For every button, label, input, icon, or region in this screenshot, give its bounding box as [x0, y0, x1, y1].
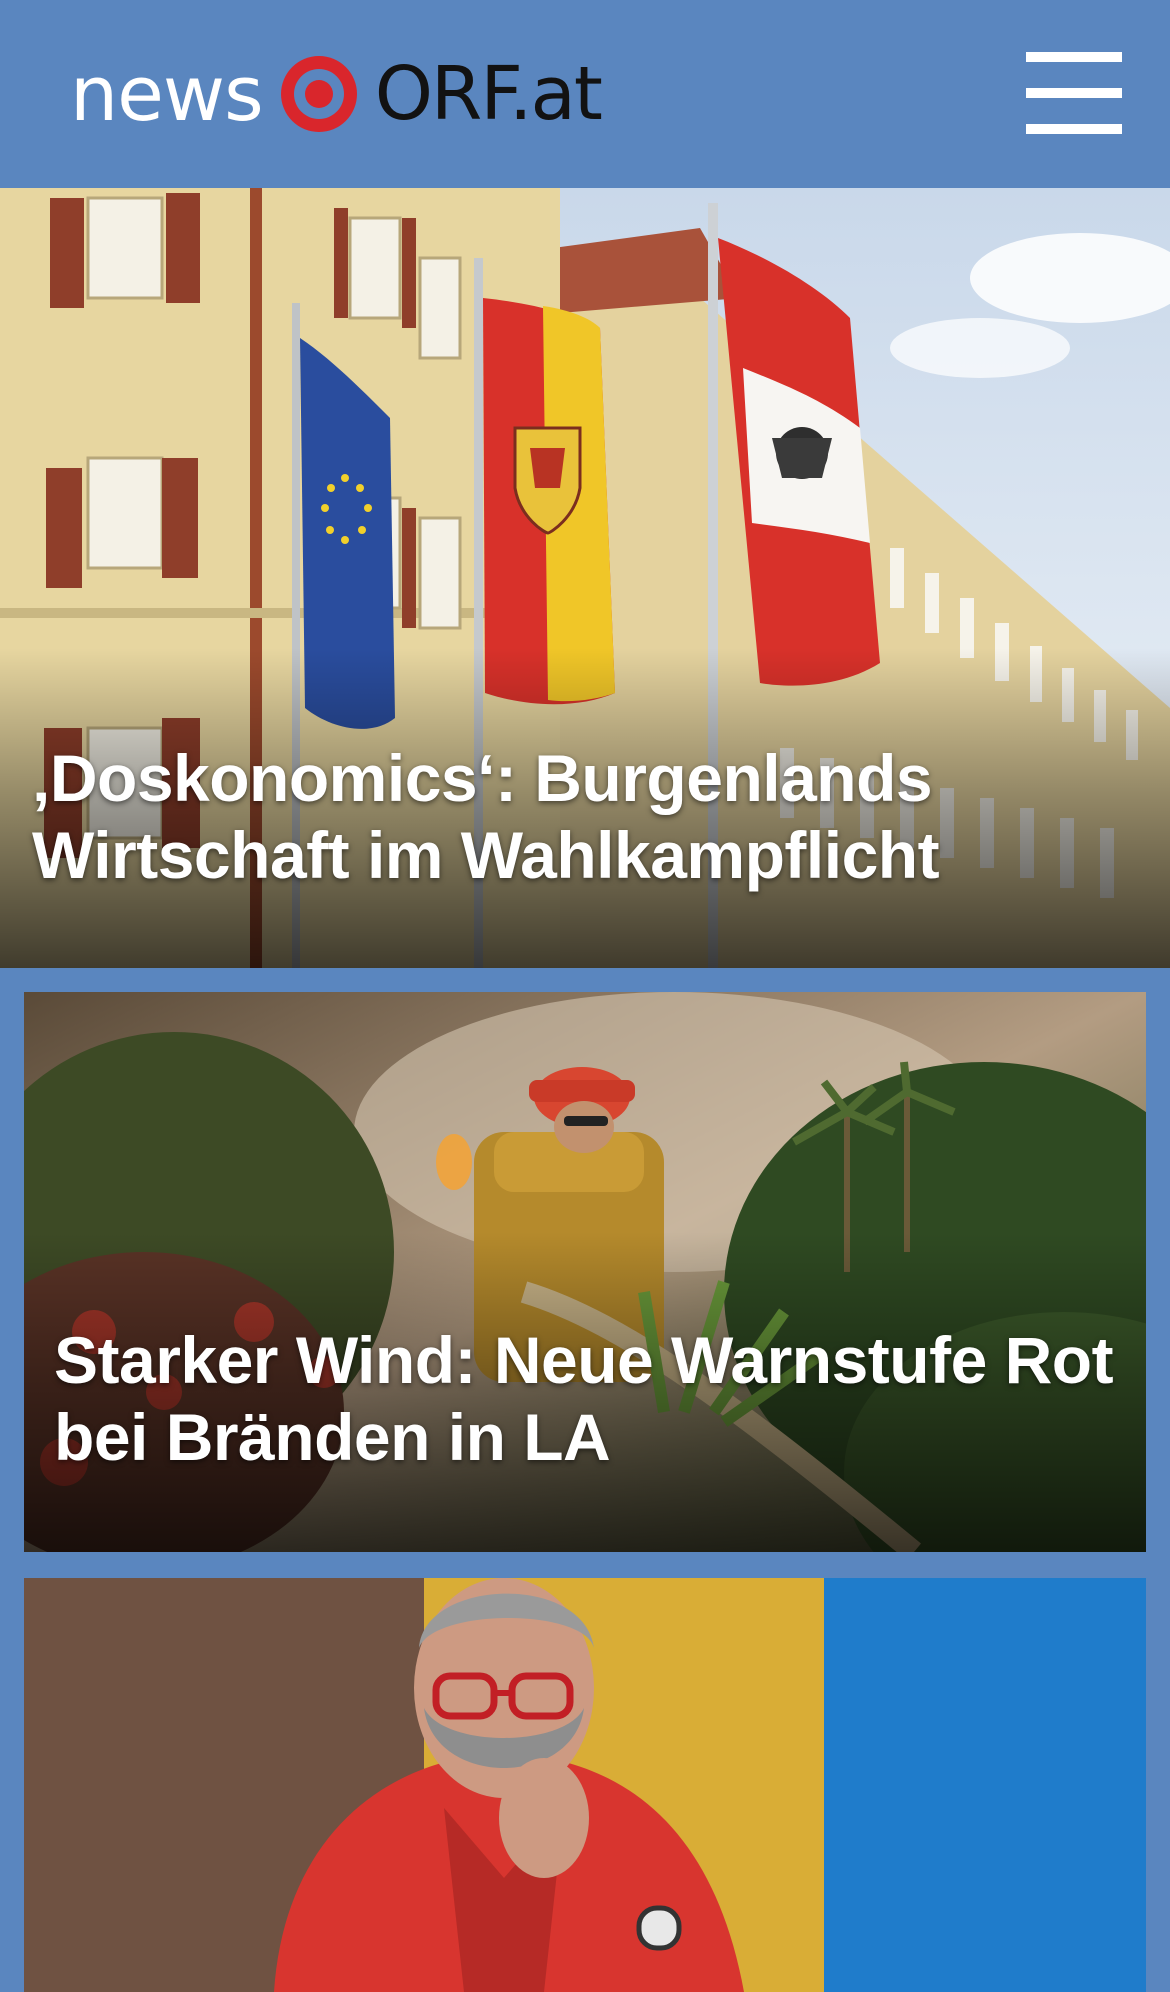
- app-header: news ORF.at: [0, 0, 1170, 188]
- article-headline[interactable]: Starker Wind: Neue Warnstufe Rot bei Brä…: [54, 1322, 1114, 1475]
- article-teaser-la-fires[interactable]: Starker Wind: Neue Warnstufe Rot bei Brä…: [24, 992, 1146, 1552]
- hamburger-menu-icon[interactable]: [1026, 52, 1122, 134]
- article-teaser-portrait[interactable]: [24, 1578, 1146, 1992]
- logo-orf-text: ORF.at: [374, 51, 603, 137]
- article-teaser-burgenland[interactable]: ‚Doskonomics‘: Burgenlands Wirtschaft im…: [0, 188, 1170, 968]
- logo-news-text: news: [70, 49, 264, 138]
- menu-bar: [1026, 88, 1122, 98]
- article-image-portrait-man: [24, 1578, 1146, 1992]
- menu-bar: [1026, 52, 1122, 62]
- article-headline[interactable]: ‚Doskonomics‘: Burgenlands Wirtschaft im…: [32, 740, 1132, 893]
- menu-bar: [1026, 124, 1122, 134]
- news-orf-logo[interactable]: news ORF.at: [70, 48, 603, 140]
- orf-target-icon: [280, 56, 357, 132]
